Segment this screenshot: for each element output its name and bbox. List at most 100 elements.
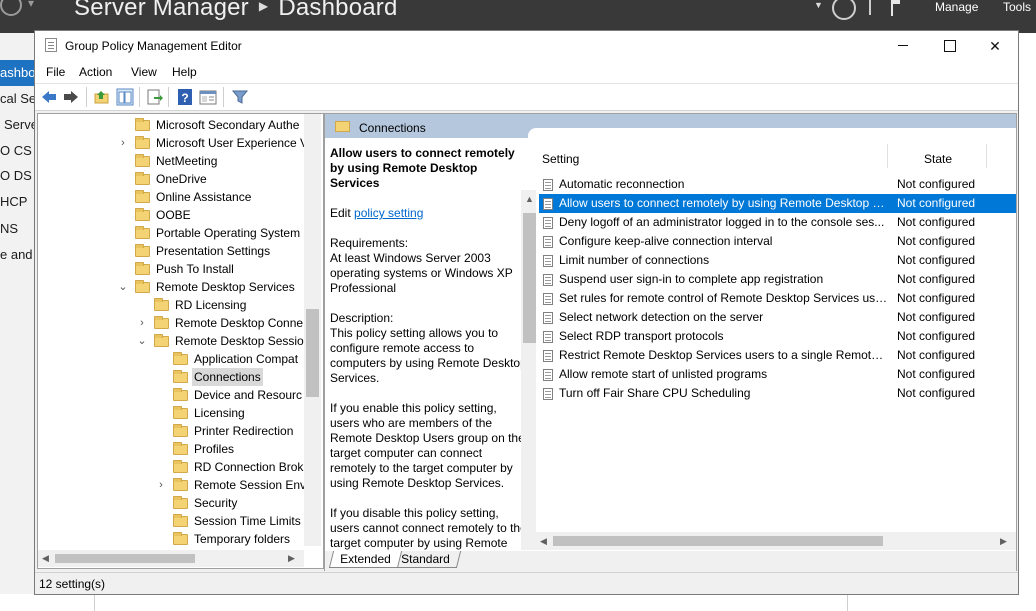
scroll-right-icon[interactable]: ▶ bbox=[288, 553, 295, 564]
tree-item[interactable]: Online Assistance bbox=[38, 188, 304, 206]
setting-row[interactable]: Set rules for remote control of Remote D… bbox=[539, 289, 1016, 308]
setting-row[interactable]: Allow users to connect remotely by using… bbox=[539, 194, 1016, 213]
policy-setting-icon bbox=[543, 274, 553, 286]
tree-item[interactable]: ⌄ Remote Desktop Sessio bbox=[38, 332, 304, 350]
export-list-icon[interactable] bbox=[146, 88, 164, 106]
column-header-state[interactable]: State bbox=[924, 152, 952, 166]
tree-item[interactable]: OneDrive bbox=[38, 170, 304, 188]
refresh-icon[interactable] bbox=[832, 0, 856, 20]
folder-icon bbox=[135, 118, 150, 131]
close-button[interactable]: ✕ bbox=[972, 31, 1018, 61]
tree-item[interactable]: Portable Operating System bbox=[38, 224, 304, 242]
scroll-left-icon[interactable]: ◀ bbox=[42, 553, 49, 564]
tree-item[interactable]: Printer Redirection bbox=[38, 422, 304, 440]
scroll-up-icon[interactable]: ▲ bbox=[525, 194, 534, 204]
sidebar-item-file-storage[interactable]: e and bbox=[0, 246, 36, 264]
up-folder-icon[interactable] bbox=[93, 88, 111, 106]
description-panel: Allow users to connect remotely by using… bbox=[325, 138, 543, 550]
tree-item[interactable]: RD Connection Brok bbox=[38, 458, 304, 476]
edit-policy-setting-link[interactable]: policy setting bbox=[354, 206, 423, 220]
sidebar-item-dns[interactable]: NS bbox=[0, 220, 36, 238]
show-hide-tree-icon[interactable] bbox=[116, 88, 134, 106]
setting-row[interactable]: Deny logoff of an administrator logged i… bbox=[539, 213, 1016, 232]
setting-row[interactable]: Limit number of connections Not configure… bbox=[539, 251, 1016, 270]
tree-item[interactable]: ⌄ Remote Desktop Services bbox=[38, 278, 304, 296]
forward-icon[interactable] bbox=[62, 88, 80, 106]
tab-standard[interactable]: Standard bbox=[390, 551, 461, 568]
notifications-flag-icon[interactable] bbox=[891, 0, 900, 16]
sidebar-item-local-server[interactable]: cal Se bbox=[0, 90, 36, 108]
minimize-button[interactable] bbox=[880, 31, 926, 61]
tree-item[interactable]: Push To Install bbox=[38, 260, 304, 278]
setting-row[interactable]: Automatic reconnection Not configured bbox=[539, 175, 1016, 194]
tree-item[interactable]: Device and Resourc bbox=[38, 386, 304, 404]
column-divider[interactable] bbox=[887, 144, 888, 168]
server-manager-breadcrumb: Server Manager ▶ Dashboard bbox=[74, 0, 398, 22]
collapse-chevron-icon[interactable]: ⌄ bbox=[137, 332, 147, 350]
setting-name: Set rules for remote control of Remote D… bbox=[559, 291, 889, 305]
collapse-chevron-icon[interactable]: ⌄ bbox=[118, 278, 128, 296]
setting-row[interactable]: Allow remote start of unlisted programs N… bbox=[539, 365, 1016, 384]
tree-item[interactable]: Application Compat bbox=[38, 350, 304, 368]
tree-item[interactable]: Licensing bbox=[38, 404, 304, 422]
window-titlebar[interactable]: Group Policy Management Editor ✕ bbox=[35, 31, 1018, 61]
tree-item[interactable]: Presentation Settings bbox=[38, 242, 304, 260]
setting-name: Allow users to connect remotely by using… bbox=[559, 196, 889, 210]
sidebar-item-ad-ds[interactable]: O DS bbox=[0, 167, 36, 185]
tree-item[interactable]: Profiles bbox=[38, 440, 304, 458]
menu-action[interactable]: Action bbox=[79, 65, 112, 79]
tree-item[interactable]: OOBE bbox=[38, 206, 304, 224]
tree-vertical-scroll-thumb[interactable] bbox=[306, 309, 319, 397]
tree-item[interactable]: › Remote Session Env bbox=[38, 476, 306, 494]
tree-item[interactable]: Session Time Limits bbox=[38, 512, 304, 530]
setting-row[interactable]: Configure keep-alive connection interval… bbox=[539, 232, 1016, 251]
tree-item[interactable]: Temporary folders bbox=[38, 530, 304, 548]
column-divider[interactable] bbox=[986, 144, 987, 168]
sidebar-item-dashboard[interactable]: ashboa bbox=[0, 60, 36, 86]
menu-file[interactable]: File bbox=[46, 65, 65, 79]
tree-item[interactable]: › Microsoft User Experience V bbox=[38, 134, 308, 152]
tree-item[interactable]: › Remote Desktop Conne bbox=[38, 314, 304, 332]
policy-setting-icon bbox=[543, 369, 553, 381]
expand-chevron-icon[interactable]: › bbox=[156, 476, 166, 494]
setting-row[interactable]: Select RDP transport protocols Not config… bbox=[539, 327, 1016, 346]
help-icon[interactable]: ? bbox=[176, 88, 194, 106]
back-icon[interactable] bbox=[40, 88, 58, 106]
menu-help[interactable]: Help bbox=[172, 65, 197, 79]
setting-row[interactable]: Select network detection on the server No… bbox=[539, 308, 1016, 327]
setting-state: Not configured bbox=[897, 367, 976, 381]
setting-row[interactable]: Turn off Fair Share CPU Scheduling Not co… bbox=[539, 384, 1016, 403]
scroll-right-icon[interactable]: ▶ bbox=[1000, 536, 1007, 547]
tree-item[interactable]: NetMeeting bbox=[38, 152, 304, 170]
filter-icon[interactable] bbox=[231, 88, 249, 106]
sidebar-item-ad-cs[interactable]: O CS bbox=[0, 142, 36, 160]
properties-icon[interactable] bbox=[199, 88, 217, 106]
folder-icon bbox=[135, 262, 150, 275]
expand-chevron-icon[interactable]: › bbox=[137, 314, 147, 332]
expand-chevron-icon[interactable]: › bbox=[118, 134, 128, 152]
folder-icon bbox=[173, 514, 188, 527]
maximize-button[interactable] bbox=[926, 31, 972, 61]
setting-name: Limit number of connections bbox=[559, 253, 710, 267]
policy-setting-icon bbox=[543, 255, 553, 267]
tree-item[interactable]: Security bbox=[38, 494, 304, 512]
back-nav-icon[interactable]: ▾ bbox=[0, 0, 60, 24]
manage-menu[interactable]: Manage bbox=[935, 0, 978, 14]
setting-row[interactable]: Restrict Remote Desktop Services users t… bbox=[539, 346, 1016, 365]
tree-item[interactable]: Connections bbox=[38, 368, 304, 386]
description: Description: This policy setting allows y… bbox=[330, 311, 528, 386]
dropdown-arrow-icon[interactable]: ▼ bbox=[814, 0, 823, 10]
sidebar-item-dhcp[interactable]: HCP bbox=[0, 193, 36, 211]
menu-view[interactable]: View bbox=[131, 65, 157, 79]
list-horizontal-scroll-thumb[interactable] bbox=[553, 536, 883, 546]
setting-name: Configure keep-alive connection interval bbox=[559, 234, 773, 248]
tree-item[interactable]: Microsoft Secondary Authe bbox=[38, 116, 304, 134]
column-header-setting[interactable]: Setting bbox=[542, 152, 579, 166]
setting-row[interactable]: Suspend user sign-in to complete app reg… bbox=[539, 270, 1016, 289]
tree-horizontal-scroll-thumb[interactable] bbox=[55, 554, 195, 563]
description-scroll-thumb[interactable] bbox=[523, 213, 536, 343]
scroll-left-icon[interactable]: ◀ bbox=[540, 536, 547, 547]
setting-name: Select network detection on the server bbox=[559, 310, 764, 324]
tree-item[interactable]: RD Licensing bbox=[38, 296, 304, 314]
tools-menu[interactable]: Tools bbox=[1003, 0, 1031, 14]
